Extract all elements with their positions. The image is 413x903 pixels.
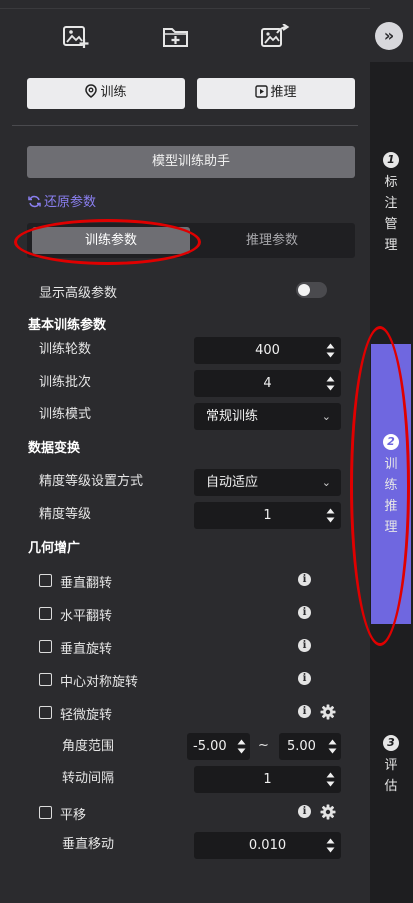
epochs-value: 400: [255, 343, 280, 358]
info-icon[interactable]: i: [298, 672, 311, 685]
rotate-interval-value: 1: [263, 772, 272, 787]
info-icon[interactable]: i: [298, 805, 311, 818]
batch-label: 训练批次: [39, 375, 92, 390]
add-folder-icon[interactable]: [162, 25, 190, 51]
precision-level-value: 1: [263, 508, 272, 523]
stepper-arrows-icon[interactable]: [328, 737, 337, 756]
precision-method-label: 精度等级设置方式: [39, 474, 144, 489]
step-number: 1: [383, 152, 399, 168]
vertical-move-stepper[interactable]: 0.010: [194, 832, 341, 859]
angle-min-stepper[interactable]: -5.00: [187, 733, 250, 760]
batch-stepper[interactable]: 4: [194, 370, 341, 397]
stepper-arrows-icon[interactable]: [326, 836, 335, 855]
stepper-arrows-icon[interactable]: [326, 506, 335, 525]
chevron-down-icon: ⌄: [321, 410, 331, 423]
rotate-interval-label: 转动间隔: [62, 771, 115, 786]
basic-params-heading: 基本训练参数: [28, 318, 107, 333]
infer-mode-label: 推理: [270, 85, 297, 100]
stepper-arrows-icon[interactable]: [237, 737, 246, 756]
stepper-arrows-icon[interactable]: [326, 374, 335, 393]
info-icon[interactable]: i: [298, 606, 311, 619]
tab-infer-params[interactable]: 推理参数: [192, 227, 352, 254]
show-advanced-label: 显示高级参数: [39, 286, 118, 301]
divider: [12, 125, 358, 126]
batch-value: 4: [263, 376, 272, 391]
step-evaluate[interactable]: 3 评估: [383, 735, 399, 797]
hflip-label: 水平翻转: [60, 609, 113, 624]
precision-method-value: 自动适应: [206, 475, 259, 490]
stepper-arrows-icon[interactable]: [326, 341, 335, 360]
center-rotate-checkbox[interactable]: [39, 673, 52, 686]
vrotate-label: 垂直旋转: [60, 642, 113, 657]
location-pin-icon: [85, 84, 98, 98]
gear-icon[interactable]: [320, 704, 336, 720]
chevron-down-icon: ⌄: [321, 476, 331, 489]
top-border: [0, 0, 370, 9]
epochs-label: 训练轮数: [39, 342, 92, 357]
reset-params-link[interactable]: 还原参数: [28, 191, 96, 210]
train-mode-button[interactable]: 训练: [27, 78, 185, 109]
highlight-annotation-oval: [350, 326, 410, 646]
angle-range-label: 角度范围: [62, 739, 115, 754]
center-rotate-label: 中心对称旋转: [60, 675, 139, 690]
train-mode-select[interactable]: 常规训练 ⌄: [194, 403, 341, 430]
angle-max-value: 5.00: [287, 739, 316, 754]
hflip-checkbox[interactable]: [39, 607, 52, 620]
model-training-assistant-button[interactable]: 模型训练助手: [27, 146, 355, 178]
translate-checkbox[interactable]: [39, 806, 52, 819]
highlight-annotation-oval: [14, 219, 201, 265]
step-number: 3: [383, 735, 399, 751]
range-separator: ~: [258, 738, 269, 753]
info-icon[interactable]: i: [298, 639, 311, 652]
collapse-panel-button[interactable]: »: [375, 22, 403, 50]
info-icon[interactable]: i: [298, 705, 311, 718]
show-advanced-toggle[interactable]: [296, 282, 327, 298]
reset-params-label: 还原参数: [44, 195, 97, 210]
precision-level-label: 精度等级: [39, 507, 92, 522]
stepper-arrows-icon[interactable]: [326, 770, 335, 789]
rotate-interval-stepper[interactable]: 1: [194, 766, 341, 793]
slight-rotate-checkbox[interactable]: [39, 706, 52, 719]
train-mode-label: 训练: [100, 85, 127, 100]
precision-method-select[interactable]: 自动适应 ⌄: [194, 469, 341, 496]
play-box-icon: [255, 85, 269, 98]
geometric-augment-heading: 几何增广: [28, 541, 81, 556]
vflip-label: 垂直翻转: [60, 576, 113, 591]
train-mode-select-label: 训练模式: [39, 407, 92, 422]
gear-icon[interactable]: [320, 804, 336, 820]
toggle-knob: [298, 284, 310, 296]
vertical-move-label: 垂直移动: [62, 837, 115, 852]
epochs-stepper[interactable]: 400: [194, 337, 341, 364]
translate-label: 平移: [60, 808, 87, 823]
step-annotation[interactable]: 1 标注管理: [383, 152, 399, 256]
vflip-checkbox[interactable]: [39, 574, 52, 587]
angle-max-stepper[interactable]: 5.00: [279, 733, 341, 760]
step-label: 标注管理: [384, 175, 398, 253]
double-chevron-right-icon: »: [383, 26, 395, 45]
info-icon[interactable]: i: [298, 573, 311, 586]
vrotate-checkbox[interactable]: [39, 640, 52, 653]
precision-level-stepper[interactable]: 1: [194, 502, 341, 529]
vertical-move-value: 0.010: [248, 838, 287, 853]
export-image-icon[interactable]: [260, 23, 290, 50]
data-transform-heading: 数据变换: [28, 441, 81, 456]
slight-rotate-label: 轻微旋转: [60, 708, 113, 723]
add-image-icon[interactable]: [62, 24, 90, 50]
train-mode-value: 常规训练: [206, 409, 259, 424]
angle-min-value: -5.00: [193, 739, 227, 754]
infer-mode-button[interactable]: 推理: [197, 78, 355, 109]
refresh-icon: [28, 195, 41, 208]
step-label: 评估: [384, 758, 398, 794]
